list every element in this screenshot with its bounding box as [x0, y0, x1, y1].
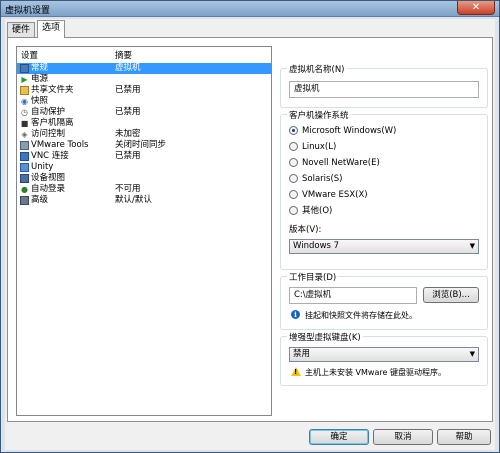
- list-item-shared-folders[interactable]: 共享文件夹 已禁用: [17, 85, 271, 96]
- autologin-icon: ●: [21, 185, 28, 194]
- list-item-summary: 关闭时间同步: [115, 140, 167, 150]
- radio-label: Novell NetWare(E): [302, 158, 380, 168]
- column-header-setting[interactable]: 设置: [21, 49, 38, 61]
- list-item-guest-isolation[interactable]: ■ 客户机隔离: [17, 118, 271, 129]
- list-item-name: 自动保护: [31, 107, 66, 117]
- guest-os-group: 客户机操作系统 Microsoft Windows(W) Linux(L) No…: [280, 109, 488, 270]
- list-item-summary: 已禁用: [115, 151, 141, 161]
- list-item-name: 设备视图: [31, 173, 66, 183]
- info-icon: i: [291, 310, 300, 319]
- workdir-note: 挂起和快照文件将存储在此处。: [305, 311, 417, 320]
- list-item-summary: 未加密: [115, 129, 141, 139]
- workdir-input[interactable]: C:\虚拟机: [289, 287, 417, 304]
- radio-label: Solaris(S): [302, 174, 343, 184]
- list-item-summary: 已禁用: [115, 107, 141, 117]
- window-title: 虚拟机设置: [5, 6, 51, 16]
- radio-button[interactable]: [289, 126, 298, 135]
- close-button[interactable]: ✕: [457, 1, 495, 15]
- keyboard-warning: 主机上未安装 VMware 键盘驱动程序。: [305, 368, 446, 377]
- vm-name-label: 虚拟机名称(N): [287, 63, 347, 75]
- radio-button[interactable]: [289, 174, 298, 183]
- chevron-down-icon: ▼: [469, 350, 475, 358]
- radio-button[interactable]: [289, 158, 298, 167]
- browse-button[interactable]: 浏览(B)...: [423, 287, 479, 303]
- radio-button[interactable]: [289, 206, 298, 215]
- vm-name-group: 虚拟机名称(N) 虚拟机: [280, 63, 488, 108]
- list-item-autologin[interactable]: ● 自动登录 不可用: [17, 184, 271, 195]
- list-item-device-view[interactable]: 设备视图: [17, 173, 271, 184]
- radio-button[interactable]: [289, 190, 298, 199]
- chevron-down-icon: ▼: [469, 242, 475, 250]
- version-label: 版本(V):: [289, 225, 322, 235]
- list-item-name: 客户机隔离: [31, 118, 74, 128]
- list-item-name: 常规: [31, 63, 49, 73]
- dialog-body: 硬件 选项 设置 摘要 常规 虚拟机 ▶ 电源 共享文件夹 已禁用 ◉ 快照 ◷…: [5, 19, 495, 450]
- workdir-label: 工作目录(D): [287, 271, 339, 283]
- vm-name-input[interactable]: 虚拟机: [289, 81, 479, 98]
- list-item-name: 共享文件夹: [31, 85, 74, 95]
- list-item-power[interactable]: ▶ 电源: [17, 74, 271, 85]
- list-item-vmware-tools[interactable]: VMware Tools 关闭时间同步: [17, 140, 271, 151]
- vnc-icon: [20, 152, 29, 161]
- list-item-name: 高级: [31, 195, 49, 205]
- warning-mark: !: [294, 368, 298, 376]
- access-control-icon: ◈: [21, 130, 28, 139]
- list-item-access-control[interactable]: ◈ 访问控制 未加密: [17, 129, 271, 140]
- list-item-name: Unity: [31, 162, 54, 172]
- settings-list[interactable]: 设置 摘要 常规 虚拟机 ▶ 电源 共享文件夹 已禁用 ◉ 快照 ◷ 自动保护 …: [16, 46, 272, 416]
- column-header-summary[interactable]: 摘要: [115, 49, 132, 61]
- tab-hardware[interactable]: 硬件: [7, 22, 36, 37]
- advanced-icon: [20, 196, 29, 205]
- list-item-name: 快照: [31, 96, 49, 106]
- list-item-name: VNC 连接: [31, 151, 69, 161]
- guest-isolation-icon: ■: [20, 119, 29, 128]
- options-panel: 设置 摘要 常规 虚拟机 ▶ 电源 共享文件夹 已禁用 ◉ 快照 ◷ 自动保护 …: [7, 37, 493, 422]
- title-bar: 虚拟机设置 ✕: [1, 1, 499, 17]
- ok-button[interactable]: 确定: [309, 429, 369, 445]
- vmware-tools-icon: [20, 141, 29, 150]
- keyboard-label: 增强型虚拟键盘(K): [287, 331, 363, 343]
- workdir-group: 工作目录(D) C:\虚拟机 浏览(B)... i 挂起和快照文件将存储在此处。: [280, 271, 488, 330]
- version-select[interactable]: Windows 7 ▼: [289, 239, 479, 254]
- radio-label: VMware ESX(X): [302, 190, 368, 200]
- cancel-button[interactable]: 取消: [373, 429, 433, 445]
- list-item-summary: 默认/默认: [115, 195, 152, 205]
- list-item-autoprotect[interactable]: ◷ 自动保护 已禁用: [17, 107, 271, 118]
- list-item-summary: 已禁用: [115, 85, 141, 95]
- radio-label: Microsoft Windows(W): [302, 126, 397, 136]
- list-item-summary: 虚拟机: [115, 63, 141, 73]
- list-item-summary: 不可用: [115, 184, 141, 194]
- settings-window: 虚拟机设置 ✕ 硬件 选项 设置 摘要 常规 虚拟机 ▶ 电源 共享文件夹 已禁…: [0, 0, 500, 453]
- list-item-unity[interactable]: Unity: [17, 162, 271, 173]
- tab-options[interactable]: 选项: [37, 20, 66, 38]
- shared-folders-icon: [20, 86, 29, 95]
- list-item-snapshot[interactable]: ◉ 快照: [17, 96, 271, 107]
- close-icon: ✕: [471, 2, 481, 13]
- autoprotect-icon: ◷: [21, 108, 28, 117]
- list-header: 设置 摘要: [17, 47, 271, 61]
- list-item-name: VMware Tools: [31, 140, 89, 150]
- radio-label: 其他(O): [302, 206, 333, 216]
- list-item-name: 电源: [31, 74, 49, 84]
- guest-os-label: 客户机操作系统: [287, 109, 351, 121]
- version-value: Windows 7: [293, 241, 340, 251]
- list-item-general[interactable]: 常规 虚拟机: [17, 63, 271, 74]
- list-item-vnc[interactable]: VNC 连接 已禁用: [17, 151, 271, 162]
- device-view-icon: [20, 174, 29, 183]
- list-item-advanced[interactable]: 高级 默认/默认: [17, 195, 271, 206]
- list-item-name: 访问控制: [31, 129, 66, 139]
- snapshot-icon: ◉: [21, 97, 28, 106]
- unity-icon: [20, 163, 29, 172]
- power-icon: ▶: [21, 75, 28, 84]
- keyboard-select[interactable]: 禁用 ▼: [289, 347, 479, 362]
- help-button[interactable]: 帮助: [437, 429, 491, 445]
- radio-label: Linux(L): [302, 142, 337, 152]
- keyboard-group: 增强型虚拟键盘(K) 禁用 ▼ ! 主机上未安装 VMware 键盘驱动程序。: [280, 331, 488, 386]
- radio-button[interactable]: [289, 142, 298, 151]
- list-item-name: 自动登录: [31, 184, 66, 194]
- keyboard-value: 禁用: [293, 349, 311, 359]
- general-icon: [20, 64, 29, 73]
